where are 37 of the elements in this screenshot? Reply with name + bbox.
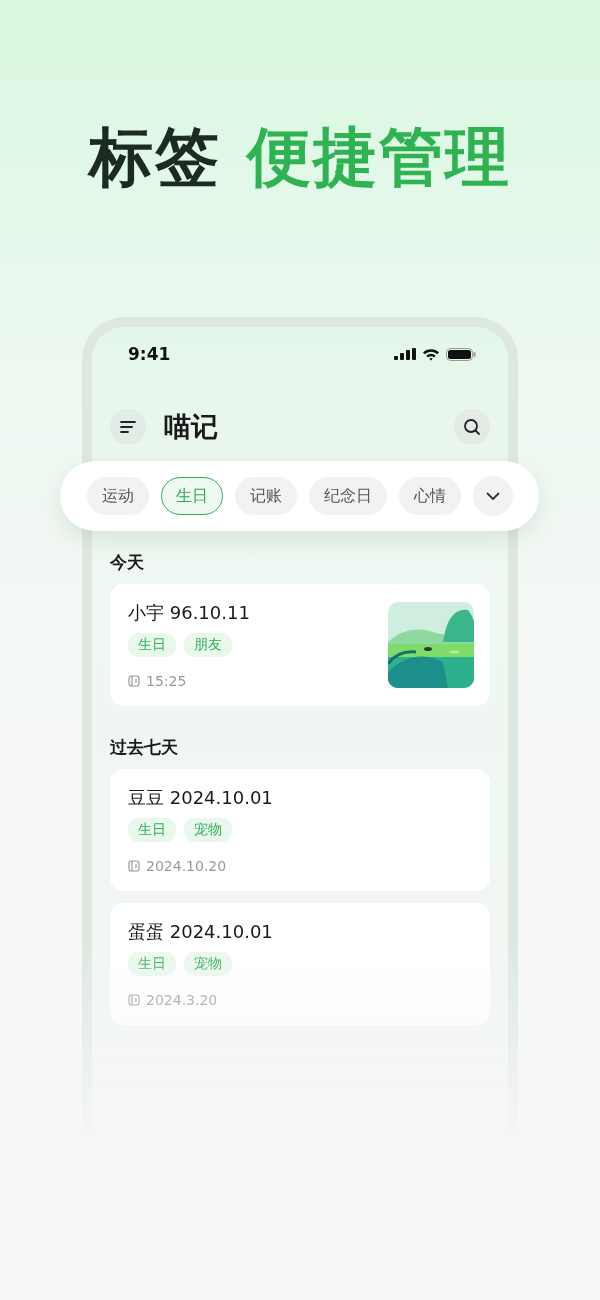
entry-title: 蛋蛋 2024.10.01 bbox=[128, 920, 274, 945]
entry-tag: 朋友 bbox=[184, 633, 232, 658]
menu-icon bbox=[120, 420, 136, 435]
tag-chip[interactable]: 记账 bbox=[235, 477, 297, 516]
search-icon bbox=[463, 418, 481, 437]
entry-tag: 宠物 bbox=[184, 818, 232, 843]
entry-title: 小宇 96.10.11 bbox=[128, 601, 251, 626]
menu-button[interactable] bbox=[110, 409, 146, 446]
signal-icon bbox=[394, 348, 416, 361]
tag-chip[interactable]: 运动 bbox=[87, 477, 149, 516]
expand-button[interactable] bbox=[473, 476, 513, 517]
battery-icon bbox=[446, 347, 476, 361]
entry-card[interactable]: 蛋蛋 2024.10.01 生日 宠物 2024.3.20 bbox=[110, 903, 490, 1026]
entry-tag: 生日 bbox=[128, 633, 176, 658]
headline-text: 便捷管理 bbox=[247, 120, 511, 194]
app-title: 喵记 bbox=[164, 410, 219, 445]
notebook-icon bbox=[128, 860, 140, 873]
section-heading: 今天 bbox=[110, 551, 145, 575]
entry-time: 2024.10.20 bbox=[146, 858, 227, 875]
chevron-down-icon bbox=[486, 491, 500, 501]
wifi-icon bbox=[422, 347, 440, 361]
entry-tag: 生日 bbox=[128, 952, 176, 977]
status-time: 9:41 bbox=[128, 344, 171, 365]
notebook-icon bbox=[128, 675, 140, 688]
section-heading: 过去七天 bbox=[110, 736, 179, 760]
tag-chip[interactable]: 纪念日 bbox=[309, 477, 387, 516]
notebook-icon bbox=[128, 994, 140, 1007]
search-button[interactable] bbox=[454, 409, 490, 446]
entry-time: 2024.3.20 bbox=[146, 992, 218, 1009]
headline-text: 标签 bbox=[89, 120, 221, 194]
entry-card[interactable]: 小宇 96.10.11 生日 朋友 15:25 bbox=[110, 584, 490, 707]
entry-tag: 宠物 bbox=[184, 952, 232, 977]
entry-title: 豆豆 2024.10.01 bbox=[128, 786, 274, 811]
entry-tag: 生日 bbox=[128, 818, 176, 843]
entry-time: 15:25 bbox=[146, 673, 187, 690]
tag-chip[interactable]: 心情 bbox=[399, 477, 461, 516]
entry-card[interactable]: 豆豆 2024.10.01 生日 宠物 2024.10.20 bbox=[110, 769, 490, 892]
